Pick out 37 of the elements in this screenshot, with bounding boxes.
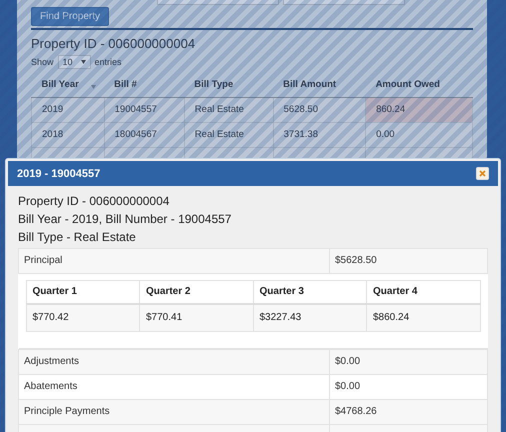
table-cell: 19004557 [104, 98, 184, 122]
table-cell: $4768.26 [330, 400, 488, 424]
sort-icon [91, 85, 96, 89]
entries-label: entries [94, 57, 122, 67]
page-size-select[interactable]: 10 [58, 55, 91, 69]
table-cell: $770.41 [140, 304, 253, 332]
table-cell: 18004567 [104, 122, 184, 148]
table-cell: 3731.38 [273, 122, 366, 148]
bill-info: Bill Type - Real Estate [18, 230, 137, 244]
table-cell: 5628.50 [273, 98, 366, 122]
table-cell: $5628.50 [330, 248, 488, 274]
table-cell: 2018 [32, 122, 104, 148]
table-cell: 2019 [32, 98, 104, 122]
column-header: Quarter 2 [140, 280, 253, 304]
table-cell: Adjustments [18, 350, 330, 374]
column-header: Quarter 3 [253, 280, 366, 304]
table-cell: Real Estate [184, 122, 274, 148]
table-cell: $0.00 [330, 350, 488, 374]
close-icon [479, 170, 486, 177]
close-button[interactable] [476, 167, 489, 180]
table-cell: Principle Payments [18, 400, 330, 424]
table-cell: $860.24 [366, 304, 480, 332]
caret-icon [80, 60, 86, 64]
table-cell: 860.24 [366, 98, 472, 122]
table-cell: 0.00 [366, 122, 472, 148]
column-header: Quarter 4 [366, 280, 480, 304]
show-label: Show [31, 57, 54, 67]
property-title: Property ID - 006000000004 [31, 36, 196, 51]
table-cell: Real Estate [184, 98, 274, 122]
column-header: Quarter 1 [26, 280, 140, 304]
dialog-title: 2019 - 19004557 [17, 168, 100, 180]
bill-info: Property ID - 006000000004 [18, 194, 170, 208]
table-cell: Principal [18, 248, 330, 274]
bill-info: Bill Year - 2019, Bill Number - 19004557 [18, 212, 232, 226]
table-cell: $770.42 [26, 304, 140, 332]
find-property-button[interactable]: Find Property [31, 7, 110, 26]
table-cell: $3227.43 [253, 304, 366, 332]
